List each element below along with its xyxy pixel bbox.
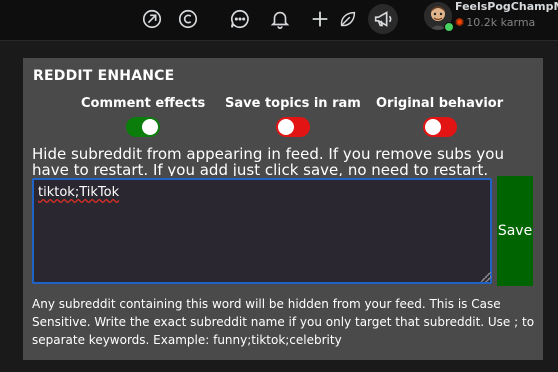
- reddit-enhance-panel: REDDIT ENHANCE Comment effects Save topi…: [23, 58, 543, 360]
- blocked-subreddits-textarea[interactable]: tiktok;TikTok: [32, 178, 492, 284]
- plus-icon[interactable]: [305, 4, 335, 34]
- bell-icon[interactable]: [265, 4, 295, 34]
- online-status-dot: [444, 22, 454, 32]
- leaf-icon[interactable]: [333, 4, 363, 34]
- copyright-icon[interactable]: [173, 4, 203, 34]
- karma-icon: ✺: [455, 16, 465, 29]
- toggle-save-topics: Save topics in ram: [225, 96, 361, 137]
- save-topics-switch[interactable]: [275, 117, 310, 137]
- toggle-label: Comment effects: [81, 96, 206, 111]
- toggle-original-behavior: Original behavior: [376, 96, 503, 137]
- original-behavior-switch[interactable]: [422, 117, 457, 137]
- toggle-comment-effects: Comment effects: [81, 96, 205, 137]
- karma-count: 10.2k karma: [466, 16, 536, 29]
- help-text: Any subreddit containing this word will …: [32, 297, 535, 347]
- page: FeelsPogChampMe ✺ 10.2k karma REDDIT ENH…: [0, 0, 558, 372]
- toggle-knob: [277, 119, 294, 135]
- megaphone-icon[interactable]: [368, 4, 398, 34]
- toggle-knob: [142, 119, 159, 135]
- top-header-bar: FeelsPogChampMe ✺ 10.2k karma: [0, 0, 558, 41]
- toggle-label: Original behavior: [376, 96, 504, 111]
- comment-effects-switch[interactable]: [126, 117, 161, 137]
- chat-icon[interactable]: [225, 4, 255, 34]
- karma-row: ✺ 10.2k karma: [455, 16, 535, 29]
- save-button[interactable]: Save: [497, 176, 533, 286]
- username[interactable]: FeelsPogChampMe: [455, 0, 558, 13]
- resize-grip-icon[interactable]: [481, 272, 491, 282]
- toggle-label: Save topics in ram: [225, 96, 361, 111]
- textarea-value: tiktok;TikTok: [38, 185, 120, 200]
- popular-icon[interactable]: [137, 4, 167, 34]
- toggle-knob: [424, 119, 441, 135]
- panel-title: REDDIT ENHANCE: [33, 68, 175, 84]
- hide-subreddit-description: Hide subreddit from appearing in feed. I…: [32, 146, 504, 176]
